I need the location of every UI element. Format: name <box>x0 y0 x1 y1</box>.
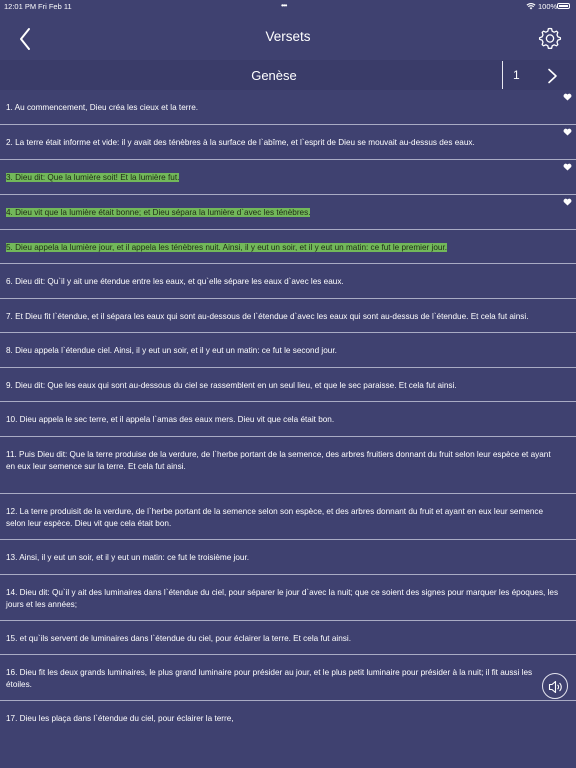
verse-text: 12. La terre produisit de la verdure, de… <box>6 507 544 528</box>
wifi-icon <box>526 3 536 10</box>
chapter-selector[interactable]: 1 <box>513 68 520 82</box>
verse-row[interactable]: 14. Dieu dit: Qu`il y ait des luminaires… <box>0 575 576 621</box>
selector-divider <box>502 61 503 89</box>
verse-text: 14. Dieu dit: Qu`il y ait des luminaires… <box>6 588 559 609</box>
verse-row[interactable]: 5. Dieu appela la lumière jour, et il ap… <box>0 230 576 264</box>
verse-row[interactable]: 12. La terre produisit de la verdure, de… <box>0 494 576 540</box>
heart-icon[interactable] <box>563 163 572 171</box>
verse-list[interactable]: 1. Au commencement, Dieu créa les cieux … <box>0 90 576 734</box>
verse-row[interactable]: 8. Dieu appela l`étendue ciel. Ainsi, il… <box>0 333 576 368</box>
battery-icon <box>557 3 570 9</box>
verse-text: 9. Dieu dit: Que les eaux qui sont au-de… <box>6 381 457 390</box>
book-selector[interactable]: Genèse <box>0 68 548 83</box>
verse-row[interactable]: 4. Dieu vit que la lumière était bonne; … <box>0 195 576 230</box>
audio-button[interactable] <box>542 673 568 699</box>
verse-row[interactable]: 13. Ainsi, il y eut un soir, et il y eut… <box>0 540 576 575</box>
verse-row[interactable]: 17. Dieu les plaça dans l`étendue du cie… <box>0 701 576 734</box>
verse-row[interactable]: 3. Dieu dit: Que la lumière soit! Et la … <box>0 160 576 195</box>
next-chapter-button[interactable] <box>544 68 560 84</box>
book-chapter-selector: Genèse 1 <box>0 60 576 90</box>
verse-text: 16. Dieu fit les deux grands luminaires,… <box>6 668 533 689</box>
status-time: 12:01 PM <box>4 2 37 11</box>
verse-text: 3. Dieu dit: Que la lumière soit! Et la … <box>6 173 180 182</box>
verse-text: 10. Dieu appela le sec terre, et il appe… <box>6 415 335 424</box>
verse-text: 1. Au commencement, Dieu créa les cieux … <box>6 103 199 112</box>
verse-text: 2. La terre était informe et vide: il y … <box>6 138 475 147</box>
verse-row[interactable]: 11. Puis Dieu dit: Que la terre produise… <box>0 437 576 494</box>
verse-text: 5. Dieu appela la lumière jour, et il ap… <box>6 243 447 252</box>
heart-icon[interactable] <box>563 93 572 101</box>
verse-row[interactable]: 2. La terre était informe et vide: il y … <box>0 125 576 160</box>
verse-text: 7. Et Dieu fit l`étendue, et il sépara l… <box>6 312 529 321</box>
verse-row[interactable]: 15. et qu`ils servent de luminaires dans… <box>0 621 576 655</box>
page-title: Versets <box>265 29 311 44</box>
battery-percentage: 100% <box>538 2 558 11</box>
verse-row[interactable]: 1. Au commencement, Dieu créa les cieux … <box>0 90 576 125</box>
verse-row[interactable]: 16. Dieu fit les deux grands luminaires,… <box>0 655 576 701</box>
heart-icon[interactable] <box>563 128 572 136</box>
gear-icon <box>538 27 562 49</box>
multitasking-dots-icon[interactable]: ••• <box>281 1 287 10</box>
verse-text: 11. Puis Dieu dit: Que la terre produise… <box>6 450 551 471</box>
verse-row[interactable]: 6. Dieu dit: Qu`il y ait une étendue ent… <box>0 264 576 299</box>
chevron-right-icon <box>548 68 557 84</box>
heart-icon[interactable] <box>563 198 572 206</box>
verse-row[interactable]: 10. Dieu appela le sec terre, et il appe… <box>0 402 576 437</box>
speaker-icon <box>548 680 562 694</box>
navigation-bar: Versets <box>0 14 576 60</box>
verse-text: 17. Dieu les plaça dans l`étendue du cie… <box>6 714 234 723</box>
verse-row[interactable]: 7. Et Dieu fit l`étendue, et il sépara l… <box>0 299 576 333</box>
verse-text: 6. Dieu dit: Qu`il y ait une étendue ent… <box>6 277 344 286</box>
verse-row[interactable]: 9. Dieu dit: Que les eaux qui sont au-de… <box>0 368 576 402</box>
status-date: Fri Feb 11 <box>38 2 72 11</box>
verse-text: 8. Dieu appela l`étendue ciel. Ainsi, il… <box>6 346 337 355</box>
verse-text: 4. Dieu vit que la lumière était bonne; … <box>6 208 311 217</box>
verse-text: 15. et qu`ils servent de luminaires dans… <box>6 634 351 643</box>
status-bar: 12:01 PM Fri Feb 11 ••• 100% <box>0 0 576 12</box>
verse-text: 13. Ainsi, il y eut un soir, et il y eut… <box>6 553 250 562</box>
settings-button[interactable] <box>538 26 562 50</box>
